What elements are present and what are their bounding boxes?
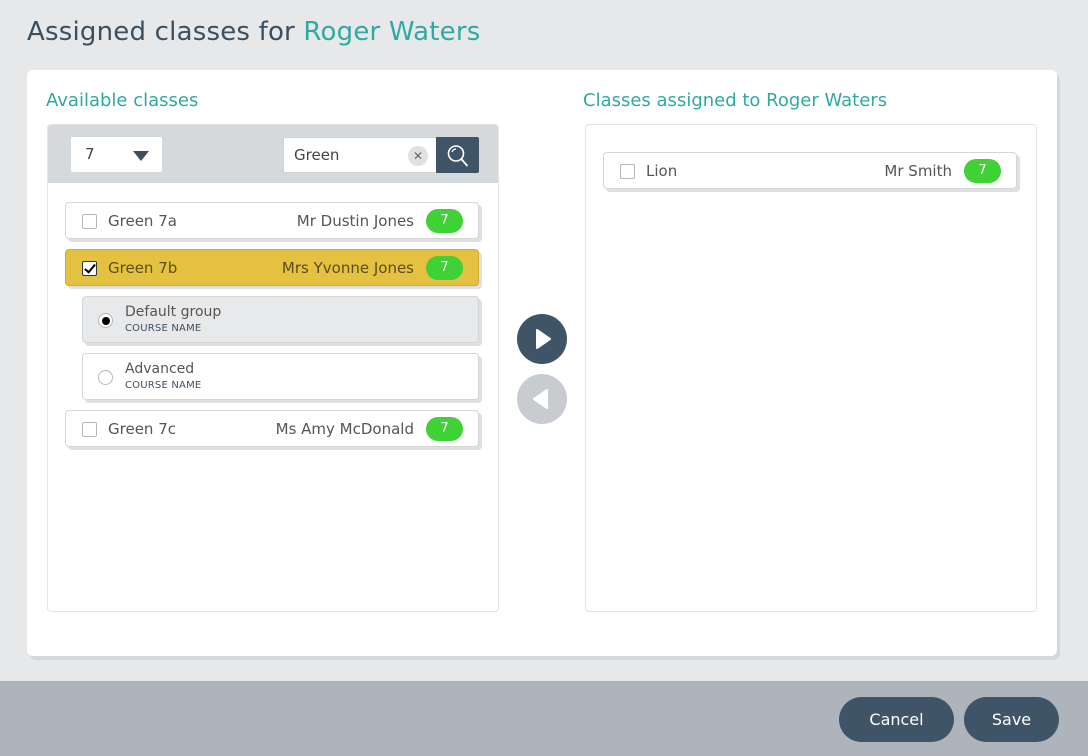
class-checkbox[interactable] bbox=[620, 164, 635, 179]
play-right-icon bbox=[536, 329, 551, 349]
available-classes-title: Available classes bbox=[46, 90, 199, 111]
assigned-classes-list: Lion Mr Smith 7 bbox=[586, 125, 1036, 189]
class-row-green-7b[interactable]: Green 7b Mrs Yvonne Jones 7 bbox=[65, 249, 479, 286]
year-badge: 7 bbox=[964, 159, 1001, 183]
group-row-advanced[interactable]: Advanced COURSE NAME bbox=[82, 353, 479, 400]
remove-class-button[interactable] bbox=[517, 374, 567, 424]
group-name: Advanced bbox=[125, 361, 195, 377]
year-badge: 7 bbox=[426, 256, 463, 280]
group-course-name: COURSE NAME bbox=[125, 323, 202, 334]
group-radio[interactable] bbox=[98, 313, 113, 328]
assignment-card: Available classes Classes assigned to Ro… bbox=[27, 70, 1057, 656]
save-button[interactable]: Save bbox=[964, 697, 1059, 742]
class-name: Green 7c bbox=[108, 420, 176, 438]
teacher-name: Mr Smith bbox=[884, 162, 952, 180]
assigned-classes-title: Classes assigned to Roger Waters bbox=[583, 90, 888, 111]
search-button[interactable] bbox=[436, 137, 479, 173]
add-class-button[interactable] bbox=[517, 314, 567, 364]
class-checkbox[interactable] bbox=[82, 422, 97, 437]
cancel-button[interactable]: Cancel bbox=[839, 697, 954, 742]
group-row-default[interactable]: Default group COURSE NAME bbox=[82, 296, 479, 343]
play-left-icon bbox=[533, 389, 548, 409]
teacher-name: Ms Amy McDonald bbox=[275, 420, 414, 438]
page-title: Assigned classes for Roger Waters bbox=[27, 17, 480, 47]
class-row-lion[interactable]: Lion Mr Smith 7 bbox=[603, 152, 1017, 189]
page-title-prefix: Assigned classes for bbox=[27, 17, 295, 47]
available-classes-list: Green 7a Mr Dustin Jones 7 Green 7b Mrs … bbox=[48, 183, 498, 447]
class-checkbox[interactable] bbox=[82, 261, 97, 276]
class-checkbox[interactable] bbox=[82, 214, 97, 229]
clear-search-icon[interactable]: ✕ bbox=[408, 146, 428, 166]
class-name: Lion bbox=[646, 162, 678, 180]
group-radio[interactable] bbox=[98, 370, 113, 385]
year-badge: 7 bbox=[426, 417, 463, 441]
class-row-green-7c[interactable]: Green 7c Ms Amy McDonald 7 bbox=[65, 410, 479, 447]
teacher-name: Mrs Yvonne Jones bbox=[281, 259, 414, 277]
search-icon bbox=[447, 145, 468, 167]
group-course-name: COURSE NAME bbox=[125, 380, 202, 391]
class-row-green-7a[interactable]: Green 7a Mr Dustin Jones 7 bbox=[65, 202, 479, 239]
year-filter-value: 7 bbox=[85, 145, 95, 163]
class-name: Green 7b bbox=[108, 259, 178, 277]
filter-toolbar: 7 ✕ bbox=[48, 125, 498, 183]
footer-bar: Cancel Save bbox=[0, 681, 1088, 756]
year-badge: 7 bbox=[426, 209, 463, 233]
year-filter-select[interactable]: 7 bbox=[71, 137, 162, 172]
student-name: Roger Waters bbox=[303, 17, 481, 47]
assigned-classes-panel: Lion Mr Smith 7 bbox=[585, 124, 1037, 612]
chevron-down-icon bbox=[133, 151, 149, 161]
teacher-name: Mr Dustin Jones bbox=[296, 212, 414, 230]
class-name: Green 7a bbox=[108, 212, 177, 230]
group-name: Default group bbox=[125, 304, 222, 320]
search-box: ✕ bbox=[283, 137, 479, 173]
available-classes-panel: 7 ✕ Green 7a Mr Dustin Jones bbox=[47, 124, 499, 612]
